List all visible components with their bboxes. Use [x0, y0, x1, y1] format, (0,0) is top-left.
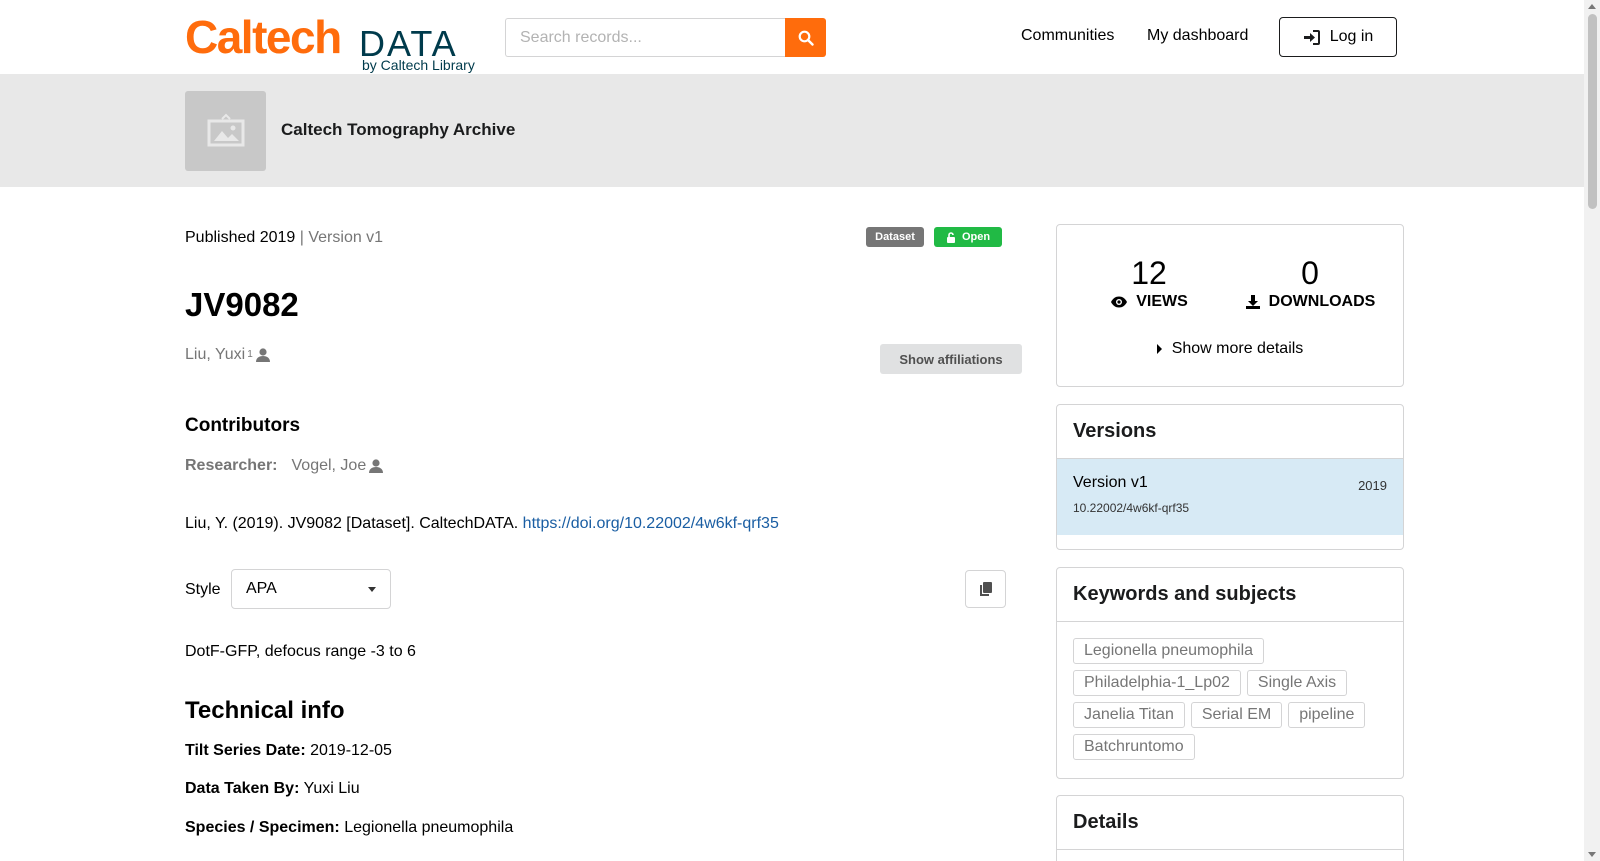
views-count: 12 [1131, 255, 1167, 291]
tech-label: Tilt Series Date: [185, 742, 306, 759]
access-badge: Open [934, 227, 1002, 247]
contributor-row: Researcher: Vogel, Joe [185, 456, 384, 476]
details-card: Details [1056, 795, 1404, 861]
show-more-details[interactable]: Show more details [1057, 340, 1403, 358]
download-icon [1245, 295, 1260, 309]
versions-card: Versions Version v1 2019 10.22002/4w6kf-… [1056, 404, 1404, 550]
version-label: | Version v1 [299, 229, 384, 246]
versions-heading: Versions [1057, 405, 1403, 459]
downloads-label-row: DOWNLOADS [1240, 293, 1380, 311]
user-icon [255, 348, 270, 362]
views-stat: 12 VIEWS [1109, 255, 1189, 311]
unlock-icon [946, 231, 955, 243]
record-description: DotF-GFP, defocus range -3 to 6 [185, 643, 416, 660]
style-label: Style [185, 581, 221, 598]
stats-card: 12 VIEWS 0 DOWNLOADS Show more details [1056, 224, 1404, 387]
copy-icon [979, 582, 992, 596]
details-heading: Details [1057, 796, 1403, 850]
search-input[interactable] [505, 18, 785, 57]
contributors-heading: Contributors [185, 415, 301, 436]
top-header: Caltech DATA by Caltech Library Communit… [0, 0, 1584, 74]
technical-info-heading: Technical info [185, 697, 345, 724]
caltechdata-logo[interactable]: Caltech DATA by Caltech Library [185, 12, 485, 74]
page-scrollbar[interactable] [1584, 0, 1600, 861]
community-banner: Caltech Tomography Archive [0, 74, 1584, 187]
citation-style-dropdown[interactable]: APA [231, 569, 391, 609]
citation-text: Liu, Y. (2019). JV9082 [Dataset]. Caltec… [185, 515, 523, 532]
logo-caltech-text: Caltech [185, 11, 342, 63]
caret-down-icon [368, 586, 376, 592]
researcher-name[interactable]: Vogel, Joe [292, 456, 367, 476]
version-name: Version v1 [1073, 474, 1148, 491]
keyword-tag[interactable]: Serial EM [1190, 702, 1283, 728]
version-item[interactable]: Version v1 2019 10.22002/4w6kf-qrf35 [1057, 459, 1403, 535]
doi-link[interactable]: https://doi.org/10.22002/4w6kf-qrf35 [523, 515, 779, 532]
scrollbar-thumb[interactable] [1588, 14, 1597, 209]
show-affiliations-button[interactable]: Show affiliations [880, 344, 1022, 374]
tech-tilt-series-date: Tilt Series Date: 2019-12-05 [185, 741, 392, 761]
nav-communities[interactable]: Communities [1021, 26, 1114, 46]
tech-value: Yuxi Liu [303, 780, 360, 797]
creator[interactable]: Liu, Yuxi 1 [185, 345, 271, 365]
community-name[interactable]: Caltech Tomography Archive [281, 120, 515, 140]
tech-species: Species / Specimen: Legionella pneumophi… [185, 818, 513, 838]
keyword-tag[interactable]: Legionella pneumophila [1073, 638, 1265, 664]
tech-data-taken-by: Data Taken By: Yuxi Liu [185, 779, 360, 799]
keywords-card: Keywords and subjects Legionella pneumop… [1056, 567, 1404, 779]
citation-style-value: APA [246, 580, 277, 597]
creator-name[interactable]: Liu, Yuxi [185, 345, 245, 365]
keyword-tag[interactable]: Single Axis [1246, 670, 1348, 696]
scroll-down-arrow-icon[interactable] [1588, 852, 1596, 857]
keyword-tag[interactable]: Janelia Titan [1073, 702, 1185, 728]
publication-info: Published 2019 | Version v1 [185, 228, 383, 248]
views-label-row: VIEWS [1109, 293, 1189, 311]
access-label: Open [961, 231, 991, 243]
search-bar [505, 18, 826, 57]
sign-in-icon [1303, 29, 1320, 45]
version-year: 2019 [1358, 478, 1387, 493]
scroll-up-arrow-icon[interactable] [1588, 4, 1596, 9]
search-icon [798, 30, 814, 46]
eye-icon [1111, 296, 1128, 308]
copy-citation-button[interactable] [965, 570, 1006, 608]
tech-value: 2019-12-05 [310, 742, 392, 759]
login-button[interactable]: Log in [1279, 17, 1397, 57]
show-more-details-label: Show more details [1171, 340, 1304, 357]
downloads-stat: 0 DOWNLOADS [1240, 255, 1380, 311]
caret-right-icon [1156, 344, 1162, 354]
user-icon [369, 459, 384, 473]
search-button[interactable] [785, 18, 826, 57]
published-date: Published 2019 [185, 229, 296, 246]
logo-byline: by Caltech Library [362, 57, 475, 73]
researcher-role: Researcher: [185, 457, 278, 474]
downloads-count: 0 [1301, 255, 1319, 291]
tech-value: Legionella pneumophila [344, 819, 514, 836]
keyword-tag[interactable]: pipeline [1288, 702, 1366, 728]
record-title: JV9082 [185, 286, 299, 323]
keyword-tag[interactable]: Philadelphia-1_Lp02 [1073, 670, 1241, 696]
keywords-heading: Keywords and subjects [1057, 568, 1403, 622]
login-label: Log in [1329, 28, 1374, 45]
community-logo[interactable] [185, 91, 266, 171]
version-doi: 10.22002/4w6kf-qrf35 [1073, 501, 1190, 515]
resource-type-badge: Dataset [866, 227, 924, 247]
citation: Liu, Y. (2019). JV9082 [Dataset]. Caltec… [185, 514, 779, 534]
keyword-tag[interactable]: Batchruntomo [1073, 734, 1195, 760]
nav-my-dashboard[interactable]: My dashboard [1147, 26, 1248, 46]
keyword-list: Legionella pneumophila Philadelphia-1_Lp… [1073, 638, 1393, 760]
tech-label: Species / Specimen: [185, 819, 340, 836]
tech-label: Data Taken By: [185, 780, 300, 797]
image-placeholder-icon [207, 113, 244, 147]
